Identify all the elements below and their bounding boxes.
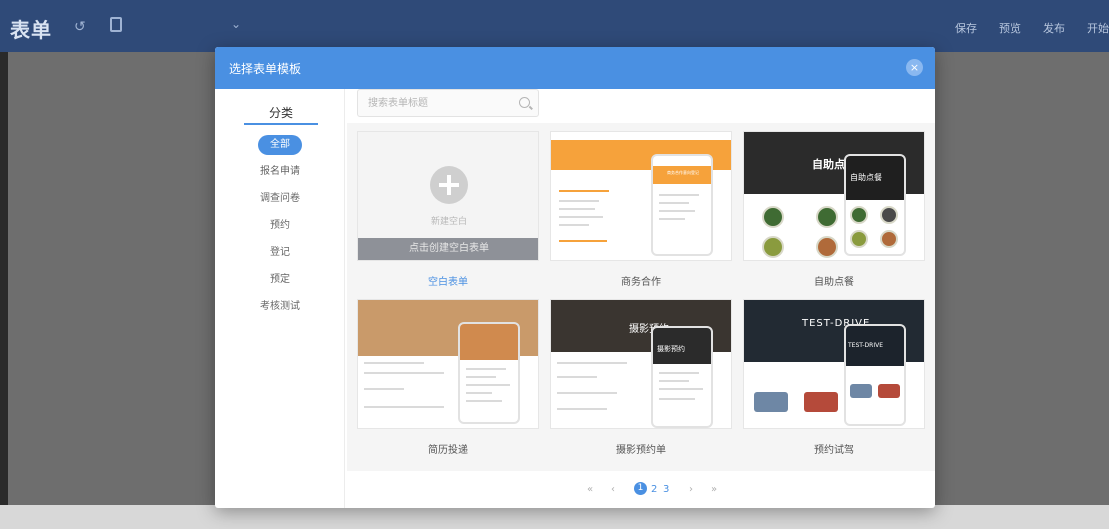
page-1-button[interactable]: 1 <box>634 482 647 495</box>
template-label[interactable]: 摄影预约单 <box>550 441 732 456</box>
category-item-registration[interactable]: 报名申请 <box>215 158 345 185</box>
preview-phone-title: 摄影预约 <box>657 345 685 353</box>
search-input[interactable] <box>358 90 508 116</box>
template-thumbnail[interactable]: 自助点餐 自助点餐 <box>743 131 925 261</box>
preview-phone: 自助点餐 <box>844 154 906 256</box>
category-item-appointment[interactable]: 预约 <box>215 212 345 239</box>
template-label[interactable]: 商务合作 <box>550 273 732 288</box>
category-sidebar: 分类 全部 报名申请 调查问卷 预约 登记 预定 考核测试 <box>215 89 345 508</box>
last-page-button[interactable]: » <box>711 484 717 495</box>
category-item-all[interactable]: 全部 <box>215 131 345 158</box>
topbar-preview-button[interactable]: 预览 <box>999 20 1021 36</box>
template-thumbnail[interactable]: TEST-DRIVE TEST-DRIVE <box>743 299 925 429</box>
category-list: 全部 报名申请 调查问卷 预约 登记 预定 考核测试 <box>215 131 345 320</box>
car-image <box>850 384 872 398</box>
undo-icon[interactable]: ↺ <box>74 19 86 35</box>
category-item-booking[interactable]: 预定 <box>215 266 345 293</box>
preview-phone <box>458 322 520 424</box>
pagination: « ‹ 1 2 3 › » <box>347 471 935 508</box>
car-image <box>804 392 838 412</box>
food-image <box>816 206 838 228</box>
template-label[interactable]: 空白表单 <box>357 273 539 288</box>
create-blank-form-button[interactable]: 点击创建空白表单 <box>358 238 538 260</box>
food-image <box>880 230 898 248</box>
dialog-title: 选择表单模板 <box>229 62 302 76</box>
car-image <box>754 392 788 412</box>
topbar-start-button[interactable]: 开始 <box>1087 20 1109 36</box>
template-thumbnail[interactable]: 商务合作意向登记 <box>550 131 732 261</box>
preview-phone: 摄影预约 <box>651 326 713 428</box>
blank-form-caption: 新建空白 <box>430 217 467 227</box>
topbar-actions: 保存 预览 发布 开始 <box>955 20 1109 36</box>
app-topbar: 表单 ↺ ⌄ 保存 预览 发布 开始 <box>0 0 1109 52</box>
blank-form-thumbnail[interactable]: 新建空白 点击创建空白表单 <box>357 131 539 261</box>
food-image <box>762 236 784 258</box>
topbar-save-button[interactable]: 保存 <box>955 20 977 36</box>
template-label[interactable]: 简历投递 <box>357 441 539 456</box>
preview-phone-title: TEST-DRIVE <box>848 342 883 349</box>
template-label[interactable]: 自助点餐 <box>743 273 925 288</box>
app-logo: 表单 <box>10 18 52 42</box>
category-item-signup[interactable]: 登记 <box>215 239 345 266</box>
plus-icon <box>430 166 468 204</box>
chevron-down-icon[interactable]: ⌄ <box>231 17 241 31</box>
topbar-publish-button[interactable]: 发布 <box>1043 20 1065 36</box>
template-search <box>357 89 539 117</box>
preview-phone: TEST-DRIVE <box>844 324 906 426</box>
food-image <box>762 206 784 228</box>
template-label[interactable]: 预约试驾 <box>743 441 925 456</box>
template-thumbnail[interactable] <box>357 299 539 429</box>
food-image <box>850 230 868 248</box>
next-page-button[interactable]: › <box>689 484 693 495</box>
template-grid: 新建空白 点击创建空白表单 空白表单 商务合作意向登记 商务合作 自助点餐 自助… <box>347 123 935 471</box>
category-label: 全部 <box>258 135 302 155</box>
car-image <box>878 384 900 398</box>
first-page-button[interactable]: « <box>587 484 593 495</box>
food-image <box>816 236 838 258</box>
category-item-survey[interactable]: 调查问卷 <box>215 185 345 212</box>
backdrop-left-edge <box>0 52 8 529</box>
template-picker-dialog: 选择表单模板 × 分类 全部 报名申请 调查问卷 预约 登记 预定 考核测试 新… <box>215 47 935 508</box>
food-image <box>880 206 898 224</box>
category-item-exam[interactable]: 考核测试 <box>215 293 345 320</box>
preview-phone: 商务合作意向登记 <box>651 154 713 256</box>
backdrop-bottom-strip <box>0 505 1109 529</box>
page-2-button[interactable]: 2 <box>651 484 657 495</box>
prev-page-button[interactable]: ‹ <box>611 484 615 495</box>
dialog-header: 选择表单模板 × <box>215 47 935 89</box>
document-icon[interactable] <box>110 17 122 32</box>
category-heading: 分类 <box>244 99 318 125</box>
search-icon[interactable] <box>519 97 530 108</box>
food-image <box>850 206 868 224</box>
close-icon[interactable]: × <box>906 59 923 76</box>
page-3-button[interactable]: 3 <box>663 484 669 495</box>
preview-phone-title: 自助点餐 <box>850 173 882 182</box>
preview-phone-title: 商务合作意向登记 <box>667 170 699 175</box>
template-thumbnail[interactable]: 摄影预约 摄影预约 <box>550 299 732 429</box>
